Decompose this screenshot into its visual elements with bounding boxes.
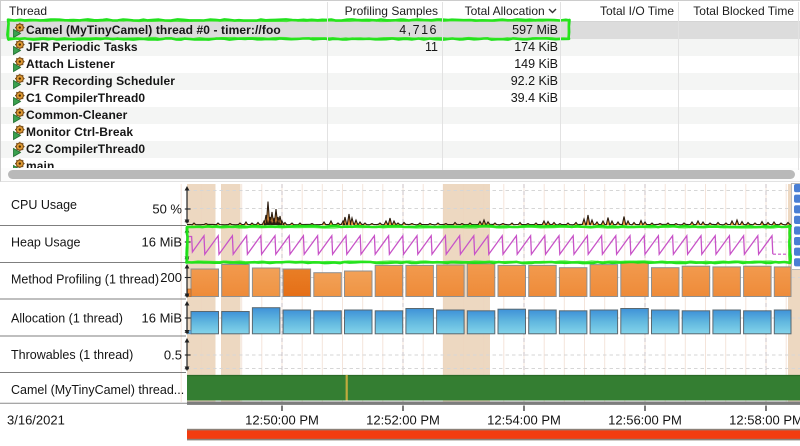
svg-text:16 MiB: 16 MiB	[142, 235, 182, 250]
svg-text:0.5: 0.5	[164, 348, 182, 363]
svg-text:12:50:00 PM: 12:50:00 PM	[245, 413, 319, 428]
svg-text:12:52:00 PM: 12:52:00 PM	[366, 413, 440, 428]
svg-text:Allocation (1 thread): Allocation (1 thread)	[11, 311, 123, 325]
svg-text:CPU Usage: CPU Usage	[11, 198, 77, 212]
svg-text:Heap Usage: Heap Usage	[11, 235, 81, 249]
svg-text:Camel (MyTinyCamel) thread...: Camel (MyTinyCamel) thread...	[11, 383, 184, 397]
svg-text:50 %: 50 %	[152, 202, 182, 217]
svg-text:12:58:00 PM: 12:58:00 PM	[729, 413, 800, 428]
svg-text:16 MiB: 16 MiB	[142, 311, 182, 326]
svg-text:3/16/2021: 3/16/2021	[7, 413, 65, 428]
svg-text:12:56:00 PM: 12:56:00 PM	[608, 413, 682, 428]
svg-text:Method Profiling (1 thread): Method Profiling (1 thread)	[11, 272, 159, 286]
svg-text:200: 200	[160, 270, 182, 285]
svg-text:12:54:00 PM: 12:54:00 PM	[487, 413, 561, 428]
svg-text:Throwables (1 thread): Throwables (1 thread)	[11, 348, 133, 362]
